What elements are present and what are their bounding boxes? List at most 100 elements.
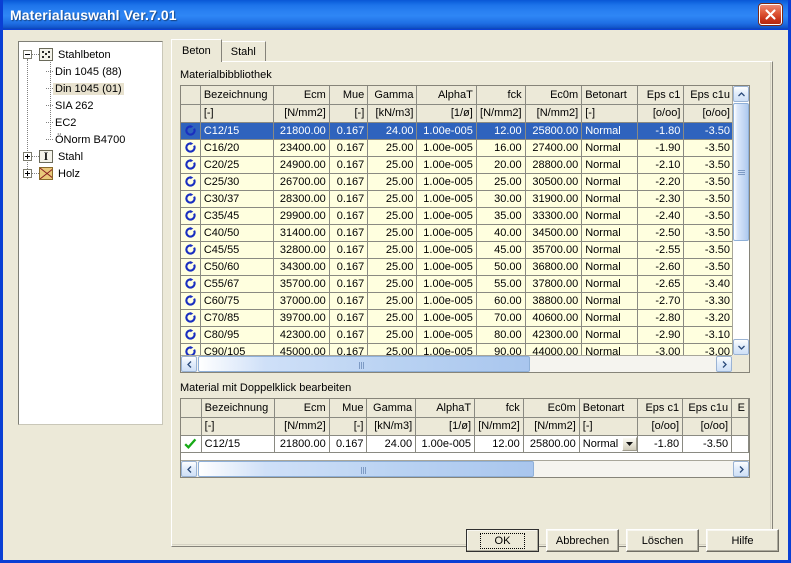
column-header-Ec0m[interactable]: Ec0m	[523, 399, 580, 418]
column-header-AlphaT[interactable]: AlphaT	[416, 86, 477, 105]
row-status-icon-cell[interactable]	[181, 435, 202, 453]
row-status-icon-cell[interactable]	[181, 207, 201, 225]
row-status-icon-cell[interactable]	[181, 139, 201, 157]
cell-alphat: 1.00e-005	[416, 224, 477, 242]
betonart-combobox[interactable]: Normal	[583, 436, 637, 451]
tree-item-din-1045-01[interactable]: Din 1045 (01)	[46, 80, 124, 97]
table-row[interactable]: C50/60 34300.00 0.167 25.00 1.00e-005 50.00 36…	[181, 258, 734, 276]
column-header-icon[interactable]	[181, 86, 201, 105]
scroll-down-button[interactable]	[733, 339, 749, 355]
column-header-Eps c1u[interactable]: Eps c1u	[683, 86, 734, 105]
material-standards-tree[interactable]: Stahlbeton Din 1045 (88) Din 1045 (01) SIA …	[18, 41, 163, 425]
scroll-thumb-grip	[738, 170, 745, 175]
row-status-icon-cell[interactable]	[181, 241, 201, 259]
cell-ec0m: 42300.00	[525, 326, 583, 344]
tree-item-stahlbeton[interactable]: Stahlbeton	[23, 46, 113, 63]
column-header-Ecm[interactable]: Ecm	[273, 86, 330, 105]
tree-expander-plus-icon[interactable]	[23, 169, 32, 178]
tree-expander-minus-icon[interactable]	[23, 50, 32, 59]
cell-betonart: Normal	[581, 190, 638, 208]
table-row[interactable]: C45/55 32800.00 0.167 25.00 1.00e-005 45.00 35…	[181, 241, 734, 259]
library-vertical-scrollbar[interactable]	[732, 86, 749, 355]
cell-betonart: Normal	[581, 122, 638, 140]
column-header-icon[interactable]	[181, 399, 202, 418]
tab-beton[interactable]: Beton	[171, 39, 222, 62]
cell-eps-c1: -2.50	[637, 224, 685, 242]
table-row[interactable]: C20/25 24900.00 0.167 25.00 1.00e-005 20.00 28…	[181, 156, 734, 174]
chevron-down-icon[interactable]	[621, 436, 637, 451]
column-header-E[interactable]: E	[731, 399, 749, 418]
column-header-Mue[interactable]: Mue	[329, 86, 369, 105]
cell-alphat: 1.00e-005	[416, 207, 477, 225]
column-unit-Gamma: [kN/m3]	[366, 417, 417, 436]
row-status-icon-cell[interactable]	[181, 292, 201, 310]
tab-stahl[interactable]: Stahl	[220, 41, 266, 62]
tree-item-holz[interactable]: Holz	[23, 165, 82, 182]
scroll-right-button[interactable]	[733, 461, 749, 477]
scroll-right-button[interactable]	[716, 356, 732, 372]
material-library-grid[interactable]: Bezeichnung Ecm Mue Gamma AlphaT fck Ec0m Beton…	[180, 85, 750, 373]
scroll-thumb-vertical[interactable]	[733, 103, 749, 241]
row-status-icon-cell[interactable]	[181, 173, 201, 191]
tree-item-sia-262[interactable]: SIA 262	[46, 97, 96, 114]
scroll-left-button[interactable]	[181, 461, 197, 477]
scroll-thumb-horizontal[interactable]	[198, 461, 534, 477]
tree-item-stahl[interactable]: Stahl	[23, 148, 85, 165]
table-row[interactable]: C30/37 28300.00 0.167 25.00 1.00e-005 30.00 31…	[181, 190, 734, 208]
tree-expander-plus-icon[interactable]	[23, 152, 32, 161]
tree-item-norm-b4700[interactable]: ÖNorm B4700	[46, 131, 127, 148]
column-header-Mue[interactable]: Mue	[329, 399, 368, 418]
abbrechen-button[interactable]: Abbrechen	[546, 529, 619, 552]
betonart-combo-cell[interactable]: Normal	[579, 435, 638, 453]
scroll-up-button[interactable]	[733, 86, 749, 102]
table-row[interactable]: C55/67 35700.00 0.167 25.00 1.00e-005 55.00 37…	[181, 275, 734, 293]
table-row[interactable]: C80/95 42300.00 0.167 25.00 1.00e-005 80.00 42…	[181, 326, 734, 344]
ok-button[interactable]: OK	[466, 529, 539, 552]
row-status-icon-cell[interactable]	[181, 258, 201, 276]
cell-eps-c1: -2.65	[637, 275, 685, 293]
row-status-icon-cell[interactable]	[181, 309, 201, 327]
column-header-Ecm[interactable]: Ecm	[274, 399, 330, 418]
row-status-icon-cell[interactable]	[181, 156, 201, 174]
row-status-icon-cell[interactable]	[181, 190, 201, 208]
table-row[interactable]: C12/15 21800.00 0.167 24.00 1.00e-005 12.00 25…	[181, 122, 734, 140]
column-header-Gamma[interactable]: Gamma	[367, 86, 418, 105]
row-status-icon-cell[interactable]	[181, 326, 201, 344]
hilfe-button[interactable]: Hilfe	[706, 529, 779, 552]
column-header-fck[interactable]: fck	[476, 86, 526, 105]
column-header-Ec0m[interactable]: Ec0m	[525, 86, 583, 105]
row-status-icon-cell[interactable]	[181, 122, 201, 140]
column-header-Betonart[interactable]: Betonart	[579, 399, 638, 418]
column-header-Eps c1[interactable]: Eps c1	[637, 399, 684, 418]
l-schen-button[interactable]: Löschen	[626, 529, 699, 552]
close-icon[interactable]	[759, 4, 782, 25]
cell-alphat: 1.00e-005	[416, 309, 477, 327]
row-status-icon-cell[interactable]	[181, 275, 201, 293]
tree-item-din-1045-88[interactable]: Din 1045 (88)	[46, 63, 124, 80]
scroll-thumb-horizontal[interactable]	[198, 356, 530, 372]
editor-horizontal-scrollbar[interactable]	[181, 460, 749, 477]
column-header-AlphaT[interactable]: AlphaT	[415, 399, 476, 418]
column-header-Bezeichnung[interactable]: Bezeichnung	[201, 399, 275, 418]
grid-header-row-units: [-] [N/mm2] [-] [kN/m3] [1/ø] [N/mm2] [N/mm2][…	[181, 417, 749, 436]
table-row[interactable]: C35/45 29900.00 0.167 25.00 1.00e-005 35.00 33…	[181, 207, 734, 225]
table-row[interactable]: C70/85 39700.00 0.167 25.00 1.00e-005 70.00 40…	[181, 309, 734, 327]
column-header-Eps c1[interactable]: Eps c1	[637, 86, 685, 105]
cell-bezeichnung: C45/55	[200, 241, 275, 259]
table-row[interactable]: C25/30 26700.00 0.167 25.00 1.00e-005 25.00 30…	[181, 173, 734, 191]
cell-betonart: Normal	[581, 326, 638, 344]
column-header-Bezeichnung[interactable]: Bezeichnung	[200, 86, 275, 105]
table-row[interactable]: C16/20 23400.00 0.167 25.00 1.00e-005 16.00 27…	[181, 139, 734, 157]
table-row[interactable]: C12/15 21800.00 0.167 24.00 1.00e-005 12.00 25…	[181, 435, 749, 453]
table-row[interactable]: C40/50 31400.00 0.167 25.00 1.00e-005 40.00 34…	[181, 224, 734, 242]
column-header-Betonart[interactable]: Betonart	[581, 86, 638, 105]
library-horizontal-scrollbar[interactable]	[181, 355, 732, 372]
column-header-Eps c1u[interactable]: Eps c1u	[682, 399, 733, 418]
table-row[interactable]: C60/75 37000.00 0.167 25.00 1.00e-005 60.00 38…	[181, 292, 734, 310]
row-status-icon-cell[interactable]	[181, 224, 201, 242]
column-header-fck[interactable]: fck	[474, 399, 524, 418]
scroll-left-button[interactable]	[181, 356, 197, 372]
tree-item-ec2[interactable]: EC2	[46, 114, 78, 131]
material-editor-grid[interactable]: Bezeichnung Ecm Mue Gamma AlphaT fck Ec0m Beton…	[180, 398, 750, 478]
column-header-Gamma[interactable]: Gamma	[366, 399, 417, 418]
